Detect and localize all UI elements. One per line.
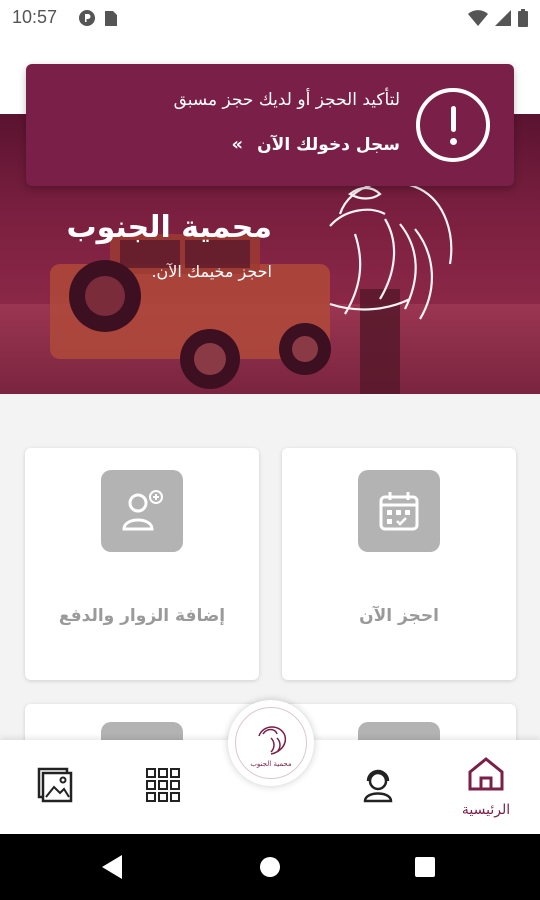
signal-icon [494,9,512,31]
book-now-label: احجز الآن [359,606,439,626]
battery-icon [518,9,528,31]
nav-home[interactable]: الرئيسية [446,740,526,834]
reserve-logo: محمية الجنوب [235,707,307,779]
book-now-card[interactable]: احجز الآن [282,448,516,680]
center-logo-text: محمية الجنوب [250,760,292,768]
hero-subtitle: احجز مخيمك الآن. [151,262,272,281]
login-link-label: سجل دخولك الآن [257,134,400,155]
login-link[interactable]: سجل دخولك الآن » [232,134,400,155]
gallery-icon [37,767,73,807]
nav-gallery[interactable] [15,740,95,834]
grid-icon [145,767,181,807]
add-visitors-card[interactable]: إضافة الزوار والدفع [25,448,259,680]
banner-message: لتأكيد الحجز أو لديك حجز مسبق [173,90,400,110]
p-circle-icon [78,9,96,31]
wifi-icon [468,9,488,31]
main-content: احجز الآن إضافة الزوار والدفع [0,394,540,782]
status-time: 10:57 [12,7,58,27]
center-logo-button[interactable]: محمية الجنوب [228,700,314,786]
back-icon[interactable] [100,853,124,885]
exclamation-circle-icon [416,88,490,162]
home-icon [467,756,505,796]
support-agent-icon [360,767,396,807]
add-visitors-label: إضافة الزوار والدفع [58,606,226,626]
calendar-icon [358,470,440,552]
status-bar: 10:57 [0,0,540,36]
login-prompt-banner[interactable]: لتأكيد الحجز أو لديك حجز مسبق سجل دخولك … [26,64,514,186]
add-user-icon [101,470,183,552]
nav-home-label: الرئيسية [461,802,511,818]
sim-icon [104,9,118,31]
system-navigation-bar [0,834,540,900]
hero-title: محمية الجنوب [66,210,272,245]
home-circle-icon[interactable] [259,856,281,882]
double-chevron-icon: » [231,134,244,155]
nav-support[interactable] [338,740,418,834]
nav-services[interactable] [123,740,203,834]
recents-icon[interactable] [414,856,436,882]
